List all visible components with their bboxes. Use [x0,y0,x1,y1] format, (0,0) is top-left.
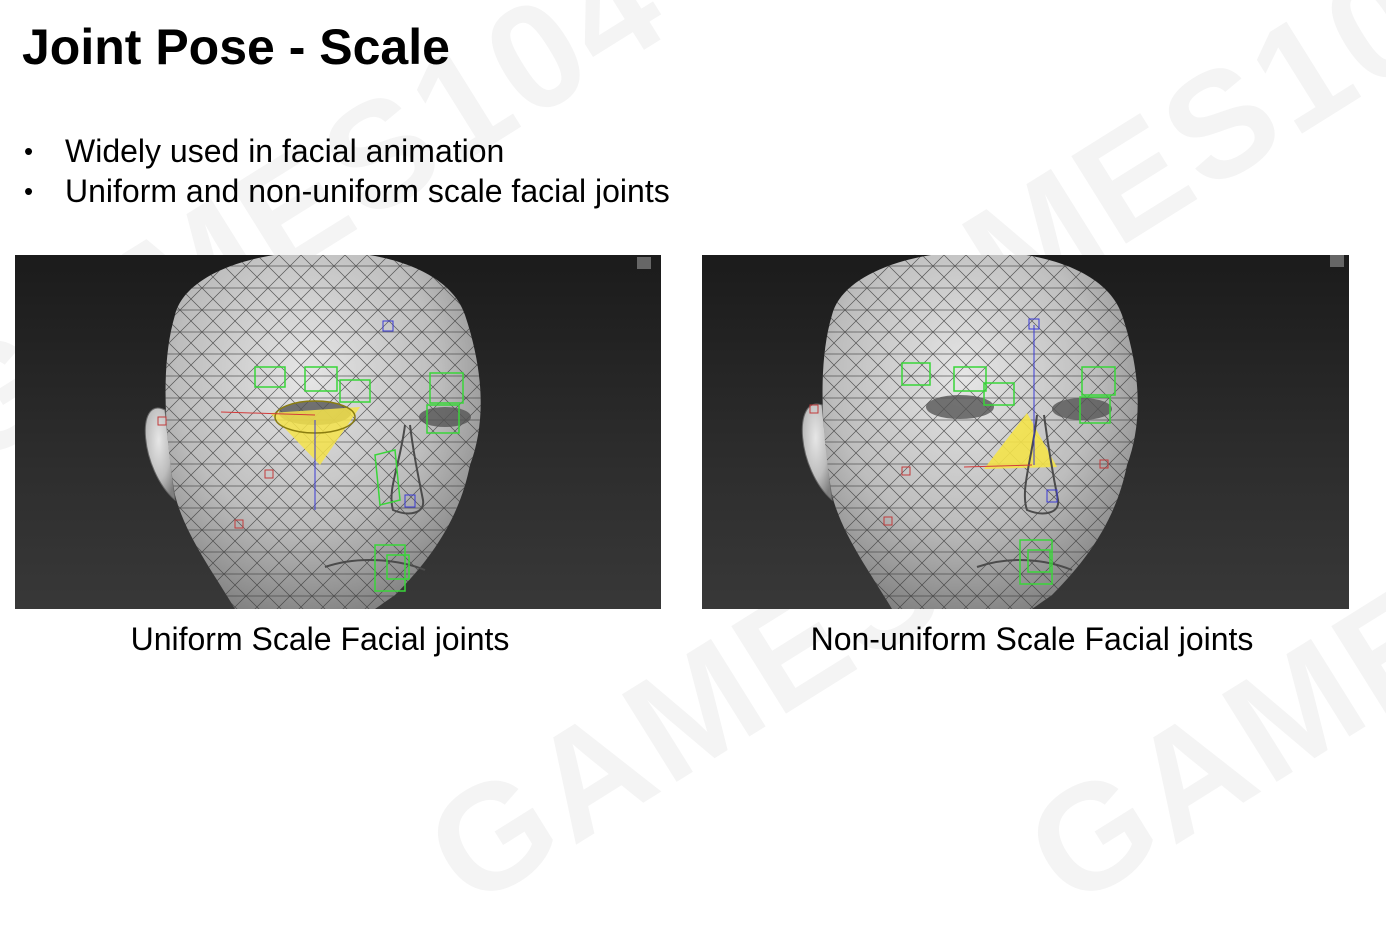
bullet-item: Widely used in facial animation [22,131,670,171]
non-uniform-scale-viewport [702,255,1349,609]
face-wireframe-nonuniform [801,255,1344,609]
figure-caption-uniform: Uniform Scale Facial joints [130,621,510,657]
figure-caption-nonuniform: Non-uniform Scale Facial joints [810,621,1254,657]
bullet-list: Widely used in facial animation Uniform … [22,131,670,211]
uniform-scale-viewport [15,255,661,609]
slide-title: Joint Pose - Scale [22,19,450,75]
face-wireframe-uniform [144,255,651,609]
bullet-item: Uniform and non-uniform scale facial joi… [22,171,670,211]
